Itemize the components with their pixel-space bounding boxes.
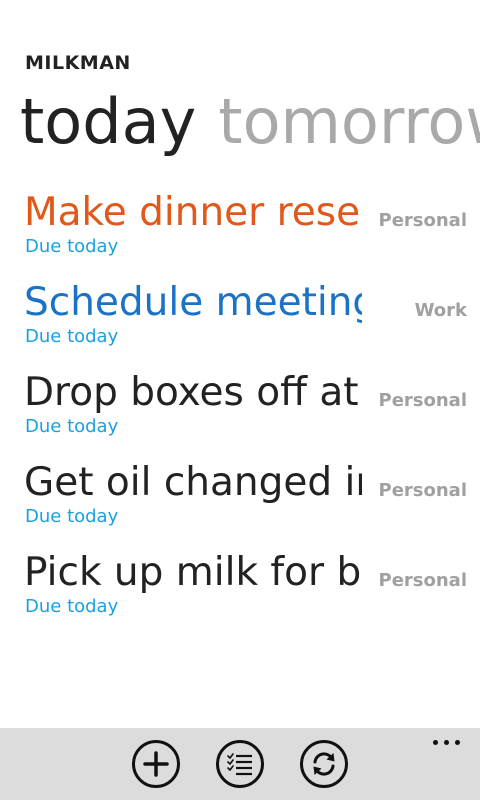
task-item[interactable]: Schedule meeting Due today Work — [0, 276, 480, 366]
task-item[interactable]: Make dinner reservations Due today Perso… — [0, 186, 480, 276]
application-bar — [0, 728, 480, 800]
task-title: Schedule meeting — [24, 280, 362, 325]
task-tag: Personal — [378, 570, 468, 591]
task-title: Make dinner reservations — [24, 190, 362, 235]
app-screen: MILKMAN today tomorrow Make dinner reserv… — [0, 0, 480, 800]
task-tag: Personal — [378, 390, 468, 411]
task-tag: Personal — [378, 210, 468, 231]
task-due-date: Due today — [25, 326, 119, 347]
pivot-tomorrow[interactable]: tomorrow — [218, 85, 480, 158]
add-icon — [143, 751, 169, 777]
app-title: MILKMAN — [25, 52, 131, 74]
task-list: Make dinner reservations Due today Perso… — [0, 186, 480, 636]
task-title: Get oil changed in car — [24, 460, 362, 505]
pivot-header: today tomorrow — [20, 84, 480, 160]
list-button[interactable] — [216, 740, 264, 788]
task-due-date: Due today — [25, 596, 119, 617]
task-due-date: Due today — [25, 416, 119, 437]
sync-button[interactable] — [300, 740, 348, 788]
task-item[interactable]: Pick up milk for breakfast Due today Per… — [0, 546, 480, 636]
more-dot — [455, 740, 460, 745]
more-dot — [433, 740, 438, 745]
task-tag: Work — [414, 300, 467, 321]
task-title: Drop boxes off at post office — [24, 370, 362, 415]
task-due-date: Due today — [25, 236, 119, 257]
task-title: Pick up milk for breakfast — [24, 550, 362, 595]
more-dot — [444, 740, 449, 745]
more-icon[interactable] — [433, 740, 460, 745]
task-tag: Personal — [378, 480, 468, 501]
task-item[interactable]: Get oil changed in car Due today Persona… — [0, 456, 480, 546]
task-item[interactable]: Drop boxes off at post office Due today … — [0, 366, 480, 456]
task-due-date: Due today — [25, 506, 119, 527]
add-task-button[interactable] — [132, 740, 180, 788]
pivot-today[interactable]: today — [20, 85, 196, 158]
list-icon — [227, 753, 252, 776]
sync-icon — [313, 752, 335, 776]
